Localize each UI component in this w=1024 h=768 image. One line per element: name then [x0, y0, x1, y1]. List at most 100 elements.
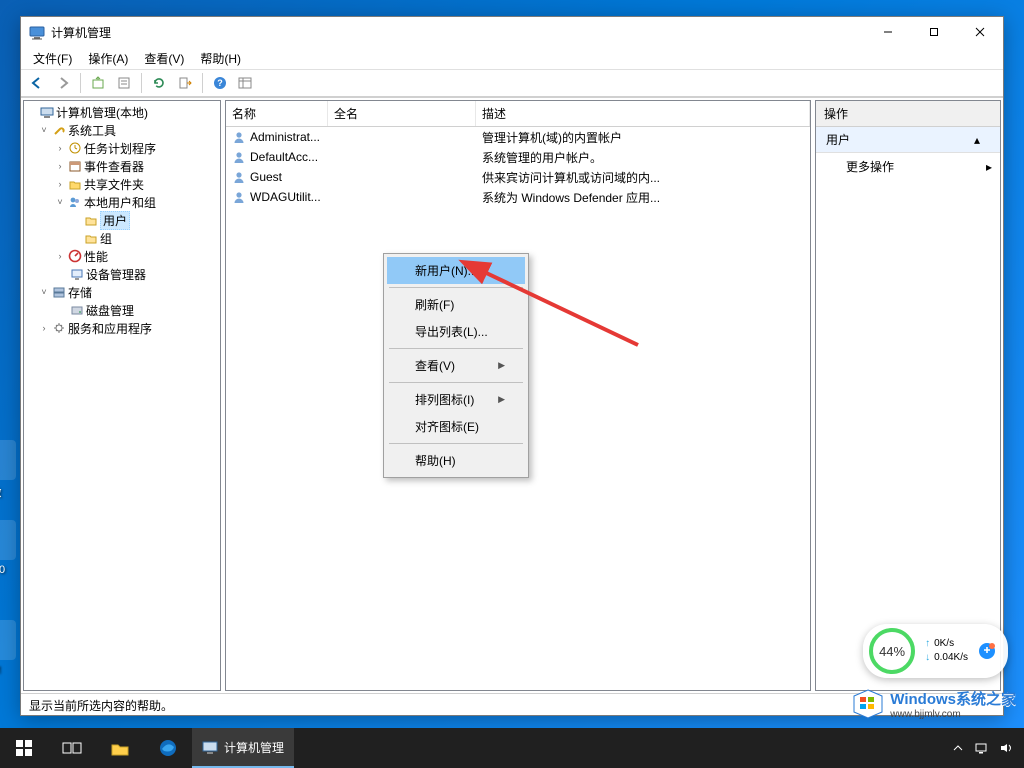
chevron-right-icon[interactable]: ›	[38, 323, 50, 333]
col-name[interactable]: 名称	[226, 101, 328, 126]
actions-panel: 操作 用户 ▴ 更多操作 ▸	[815, 100, 1001, 691]
watermark-title: Windows系统之家	[890, 688, 1016, 709]
user-icon	[232, 190, 246, 204]
taskbar-app-compmgmt[interactable]: 计算机管理	[192, 728, 294, 768]
tree-performance[interactable]: 性能	[84, 248, 108, 265]
app-icon	[29, 24, 45, 40]
list-item[interactable]: WDAGUtilit... 系统为 Windows Defender 应用...	[226, 187, 810, 207]
tree-shared-folders[interactable]: 共享文件夹	[84, 176, 144, 193]
up-button[interactable]	[86, 71, 110, 95]
tree-local-users-groups[interactable]: 本地用户和组	[84, 194, 156, 211]
cm-export[interactable]: 导出列表(L)...	[387, 318, 525, 345]
list-item[interactable]: Guest 供来宾访问计算机或访问域的内...	[226, 167, 810, 187]
col-fullname[interactable]: 全名	[328, 101, 476, 126]
cm-refresh[interactable]: 刷新(F)	[387, 291, 525, 318]
menu-help[interactable]: 帮助(H)	[192, 48, 249, 69]
watermark: Windows系统之家 www.bjjmlv.com	[852, 688, 1016, 720]
tree-users[interactable]: 用户	[100, 211, 130, 230]
expand-icon[interactable]	[978, 642, 996, 660]
speed-up: ↑0K/s	[925, 637, 968, 651]
cm-arrange[interactable]: 排列图标(I)▶	[387, 386, 525, 413]
tree-groups[interactable]: 组	[100, 230, 112, 247]
list-item[interactable]: Administrat... 管理计算机(域)的内置帐户	[226, 127, 810, 147]
edge-button[interactable]	[144, 728, 192, 768]
users-icon	[66, 195, 84, 209]
view-button[interactable]	[234, 71, 258, 95]
actions-sub-users[interactable]: 用户 ▴	[816, 127, 1000, 153]
menubar: 文件(F) 操作(A) 查看(V) 帮助(H)	[21, 47, 1003, 69]
speed-percent: 44%	[869, 628, 915, 674]
tray-chevron-icon[interactable]	[950, 740, 966, 756]
tree-device-manager[interactable]: 设备管理器	[86, 266, 146, 283]
back-button[interactable]	[25, 71, 49, 95]
context-menu: 新用户(N)... 刷新(F) 导出列表(L)... 查看(V)▶ 排列图标(I…	[383, 253, 529, 478]
tree-disk-mgmt[interactable]: 磁盘管理	[86, 302, 134, 319]
help-button[interactable]: ?	[208, 71, 232, 95]
system-tray[interactable]	[950, 740, 1024, 756]
tree-services-apps[interactable]: 服务和应用程序	[68, 320, 152, 337]
start-button[interactable]	[0, 728, 48, 768]
storage-icon	[50, 285, 68, 299]
window-title: 计算机管理	[51, 24, 865, 41]
cm-view[interactable]: 查看(V)▶	[387, 352, 525, 379]
list-item[interactable]: DefaultAcc... 系统管理的用户帐户。	[226, 147, 810, 167]
properties-button[interactable]	[112, 71, 136, 95]
user-icon	[232, 170, 246, 184]
windows-logo-icon	[852, 688, 884, 720]
cm-align[interactable]: 对齐图标(E)	[387, 413, 525, 440]
toolbar: ?	[21, 69, 1003, 97]
actions-header: 操作	[816, 101, 1000, 127]
list-header: 名称 全名 描述	[226, 101, 810, 127]
cm-new-user[interactable]: 新用户(N)...	[387, 257, 525, 284]
chevron-right-icon: ▸	[986, 160, 992, 174]
chevron-right-icon[interactable]: ›	[54, 143, 66, 153]
chevron-down-icon[interactable]: ˅	[38, 125, 50, 135]
speed-down: ↓0.04K/s	[925, 651, 968, 665]
event-icon	[66, 159, 84, 173]
shared-folder-icon	[66, 177, 84, 191]
refresh-button[interactable]	[147, 71, 171, 95]
menu-view[interactable]: 查看(V)	[136, 48, 192, 69]
tray-network-icon[interactable]	[974, 740, 990, 756]
export-button[interactable]	[173, 71, 197, 95]
speed-widget[interactable]: 44% ↑0K/s ↓0.04K/s	[863, 624, 1008, 678]
svg-text:?: ?	[217, 78, 223, 88]
clock-icon	[66, 141, 84, 155]
chevron-right-icon: ▶	[498, 360, 505, 371]
user-icon	[232, 130, 246, 144]
col-desc[interactable]: 描述	[476, 101, 810, 126]
chevron-right-icon[interactable]: ›	[54, 179, 66, 189]
explorer-button[interactable]	[96, 728, 144, 768]
tree-storage[interactable]: 存储	[68, 284, 92, 301]
tree-root[interactable]: 计算机管理(本地)	[56, 104, 148, 121]
disk-icon	[68, 303, 86, 317]
collapse-icon: ▴	[974, 133, 980, 147]
tray-volume-icon[interactable]	[998, 740, 1014, 756]
tree-task-scheduler[interactable]: 任务计划程序	[84, 140, 156, 157]
forward-button[interactable]	[51, 71, 75, 95]
watermark-url: www.bjjmlv.com	[890, 709, 1016, 720]
chevron-right-icon: ▶	[498, 394, 505, 405]
menu-file[interactable]: 文件(F)	[25, 48, 80, 69]
computer-icon	[38, 105, 56, 119]
minimize-button[interactable]	[865, 17, 911, 47]
chevron-down-icon[interactable]: ˅	[38, 287, 50, 297]
chevron-down-icon[interactable]: ˅	[54, 197, 66, 207]
taskbar[interactable]: 计算机管理	[0, 728, 1024, 768]
tree-panel[interactable]: 计算机管理(本地) ˅ 系统工具 › 任务计划程序 › 事件查看器 › 共享文件夹 ˅ 本…	[23, 100, 221, 691]
tree-event-viewer[interactable]: 事件查看器	[84, 158, 144, 175]
close-button[interactable]	[957, 17, 1003, 47]
cm-help[interactable]: 帮助(H)	[387, 447, 525, 474]
folder-icon	[82, 231, 100, 245]
titlebar[interactable]: 计算机管理	[21, 17, 1003, 47]
tree-system-tools[interactable]: 系统工具	[68, 122, 116, 139]
services-icon	[50, 321, 68, 335]
chevron-right-icon[interactable]: ›	[54, 251, 66, 261]
performance-icon	[66, 249, 84, 263]
actions-more[interactable]: 更多操作 ▸	[816, 153, 1000, 180]
menu-action[interactable]: 操作(A)	[80, 48, 136, 69]
device-icon	[68, 267, 86, 281]
taskview-button[interactable]	[48, 728, 96, 768]
maximize-button[interactable]	[911, 17, 957, 47]
chevron-right-icon[interactable]: ›	[54, 161, 66, 171]
